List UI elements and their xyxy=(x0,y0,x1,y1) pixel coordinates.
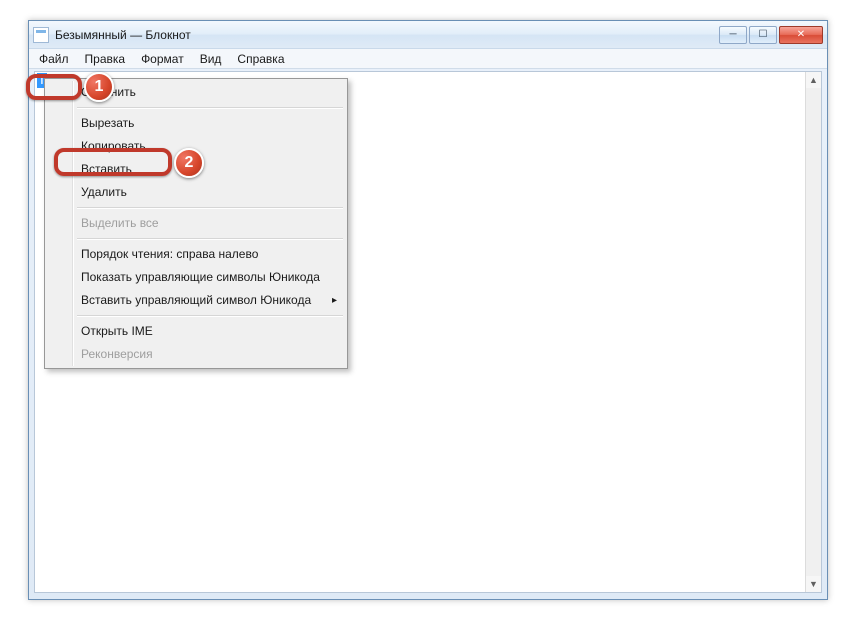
menu-file[interactable]: Файл xyxy=(31,49,77,68)
ctx-show-unicode-ctrl[interactable]: Показать управляющие символы Юникода xyxy=(47,266,345,289)
ctx-separator xyxy=(77,238,343,240)
window-title: Безымянный — Блокнот xyxy=(55,28,719,42)
context-menu: Отменить Вырезать Копировать Вставить Уд… xyxy=(44,78,348,369)
vertical-scrollbar[interactable]: ▲ ▼ xyxy=(805,72,821,592)
menubar: Файл Правка Формат Вид Справка xyxy=(29,49,827,69)
ctx-separator xyxy=(77,315,343,317)
ctx-insert-unicode-ctrl[interactable]: Вставить управляющий символ Юникода xyxy=(47,289,345,312)
maximize-button[interactable]: ☐ xyxy=(749,26,777,44)
menu-format[interactable]: Формат xyxy=(133,49,192,68)
ctx-delete[interactable]: Удалить xyxy=(47,181,345,204)
ctx-undo[interactable]: Отменить xyxy=(47,81,345,104)
minimize-button[interactable]: ─ xyxy=(719,26,747,44)
ctx-paste[interactable]: Вставить xyxy=(47,158,345,181)
titlebar[interactable]: Безымянный — Блокнот ─ ☐ ✕ xyxy=(29,21,827,49)
window-controls: ─ ☐ ✕ xyxy=(719,26,823,44)
scroll-down-arrow-icon[interactable]: ▼ xyxy=(806,576,821,592)
menu-help[interactable]: Справка xyxy=(229,49,292,68)
ctx-copy[interactable]: Копировать xyxy=(47,135,345,158)
ctx-separator xyxy=(77,207,343,209)
scroll-up-arrow-icon[interactable]: ▲ xyxy=(806,72,821,88)
scroll-track[interactable] xyxy=(806,88,821,576)
notepad-icon xyxy=(33,27,49,43)
ctx-separator xyxy=(77,107,343,109)
close-button[interactable]: ✕ xyxy=(779,26,823,44)
menu-edit[interactable]: Правка xyxy=(77,49,134,68)
ctx-open-ime[interactable]: Открыть IME xyxy=(47,320,345,343)
ctx-cut[interactable]: Вырезать xyxy=(47,112,345,135)
menu-view[interactable]: Вид xyxy=(192,49,230,68)
ctx-select-all[interactable]: Выделить все xyxy=(47,212,345,235)
ctx-reconversion[interactable]: Реконверсия xyxy=(47,343,345,366)
ctx-reading-order[interactable]: Порядок чтения: справа налево xyxy=(47,243,345,266)
